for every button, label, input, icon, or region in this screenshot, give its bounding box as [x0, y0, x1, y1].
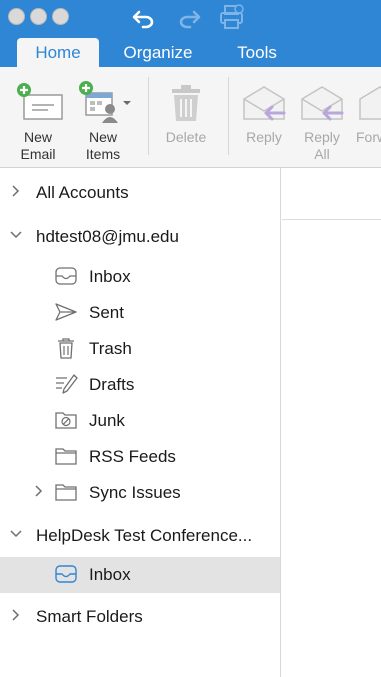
folder-row-trash[interactable]: Trash: [0, 331, 280, 367]
folder-row-sync-issues[interactable]: Sync Issues: [0, 475, 280, 511]
folder-label: Drafts: [89, 375, 135, 394]
drafts-icon: [56, 374, 78, 394]
close-window-button[interactable]: [8, 8, 25, 25]
folder-label: Trash: [89, 339, 132, 358]
folder-label: Junk: [89, 411, 125, 430]
new-items-button[interactable]: New Items: [72, 67, 134, 168]
folder-row-rss-feeds[interactable]: RSS Feeds: [0, 439, 280, 475]
chevron-right-icon[interactable]: [32, 484, 46, 498]
forward-button[interactable]: Forw: [352, 67, 381, 168]
reply-all-button[interactable]: Reply All: [294, 67, 350, 168]
folder-icon: [55, 448, 77, 465]
zoom-window-button[interactable]: [52, 8, 69, 25]
reply-icon: [243, 86, 286, 121]
tab-tools[interactable]: Tools: [223, 38, 291, 67]
redo-icon[interactable]: [175, 5, 203, 31]
new-email-label: New Email: [8, 129, 68, 163]
reply-all-label-line2: All: [314, 146, 330, 162]
inbox-icon: [55, 267, 77, 285]
folder-label: Sent: [89, 303, 124, 322]
folder-pane: All Accounts hdtest08@jmu.edu Inbox Sent…: [0, 168, 281, 677]
message-list-pane[interactable]: [282, 168, 381, 677]
sent-icon: [55, 303, 77, 321]
trash-can-icon: [172, 85, 200, 121]
print-icon[interactable]: [218, 3, 246, 31]
all-accounts-label: All Accounts: [36, 183, 129, 202]
account-name: hdtest08@jmu.edu: [36, 227, 179, 246]
new-items-label-line2: Items: [85, 146, 121, 162]
reply-button[interactable]: Reply: [236, 67, 292, 168]
new-email-icon: [17, 83, 63, 120]
account-row-helpdesk[interactable]: HelpDesk Test Conference...: [0, 518, 280, 554]
message-list-header: [282, 168, 381, 220]
folder-row-inbox[interactable]: Inbox: [0, 259, 280, 295]
account-row-hdtest08[interactable]: hdtest08@jmu.edu: [0, 219, 280, 255]
undo-icon[interactable]: [130, 5, 158, 31]
folder-label: Sync Issues: [89, 483, 181, 502]
reply-all-label: Reply All: [294, 129, 350, 163]
account-name: HelpDesk Test Conference...: [36, 526, 253, 545]
folder-label: RSS Feeds: [89, 447, 176, 466]
folder-label: Inbox: [89, 565, 131, 584]
reply-all-label-line1: Reply: [304, 129, 340, 145]
delete-label: Delete: [165, 129, 207, 145]
folder-label: Inbox: [89, 267, 131, 286]
new-email-label-line2: Email: [20, 146, 56, 162]
inbox-icon: [55, 565, 77, 583]
new-email-button[interactable]: New Email: [8, 67, 68, 168]
ribbon-toolbar: New Email New Items Delete Reply Reply A…: [0, 67, 381, 168]
reply-all-icon: [301, 86, 344, 121]
folder-row-sent[interactable]: Sent: [0, 295, 280, 331]
ribbon-separator: [148, 77, 149, 155]
folder-row-inbox-selected[interactable]: Inbox: [0, 557, 280, 593]
trash-icon: [58, 338, 74, 359]
new-items-icon: [79, 81, 131, 123]
ribbon-separator: [228, 77, 229, 155]
title-bar: [0, 0, 381, 38]
tab-organize[interactable]: Organize: [109, 38, 207, 67]
minimize-window-button[interactable]: [30, 8, 47, 25]
junk-icon: [55, 412, 77, 429]
chevron-right-icon[interactable]: [9, 608, 23, 622]
chevron-right-icon[interactable]: [9, 184, 23, 198]
folder-row-drafts[interactable]: Drafts: [0, 367, 280, 403]
new-items-label-line1: New: [88, 129, 117, 145]
tab-home[interactable]: Home: [17, 38, 99, 67]
new-items-label: New Items: [72, 129, 134, 163]
folder-icon: [55, 484, 77, 501]
folder-row-smart-folders[interactable]: Smart Folders: [0, 599, 280, 635]
folder-row-all-accounts[interactable]: All Accounts: [0, 175, 280, 211]
smart-folders-label: Smart Folders: [36, 607, 143, 626]
delete-button[interactable]: Delete: [156, 67, 216, 168]
chevron-down-icon[interactable]: [9, 527, 23, 541]
new-email-label-line1: New: [23, 129, 52, 145]
forward-label: Forw: [356, 129, 381, 145]
forward-icon: [359, 86, 381, 120]
reply-label: Reply: [246, 129, 282, 145]
folder-row-junk[interactable]: Junk: [0, 403, 280, 439]
ribbon-tab-bar: Home Organize Tools: [0, 38, 381, 67]
chevron-down-icon[interactable]: [9, 228, 23, 242]
